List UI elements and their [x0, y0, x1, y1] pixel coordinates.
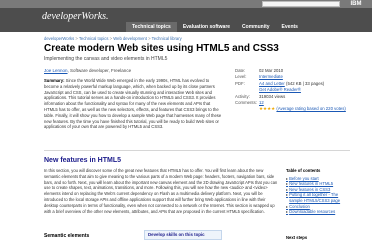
toc-item[interactable]: ▸ Downloadable resources	[286, 209, 350, 215]
author-link[interactable]: Joe Lennon	[44, 68, 68, 73]
pdf-download-link[interactable]: A4 and Letter	[259, 81, 285, 86]
breadcrumb: developerWorks > Technical topics > Web …	[44, 36, 344, 41]
subsection-heading: Semantic elements	[44, 233, 90, 239]
rating-text[interactable]: (Average rating based on 220 votes)	[276, 106, 345, 111]
masthead: developerWorks. Technical topics Evaluat…	[0, 8, 372, 32]
breadcrumb-item[interactable]: Technical library	[152, 36, 182, 41]
author-role: , Software developer, Freelance	[67, 68, 132, 73]
page-title: Create modern Web sites using HTML5 and …	[44, 43, 279, 54]
nav-community[interactable]: Community	[236, 22, 276, 32]
develop-skills-box[interactable]: Develop skills on this topic	[144, 230, 222, 240]
top-bar: IBM	[0, 0, 372, 8]
meta-rating-row: ★★★★ (Average rating based on 220 votes)	[235, 106, 350, 112]
toc-title: Table of contents	[286, 168, 321, 173]
summary-label: Summary:	[44, 78, 65, 83]
next-steps-heading: Next steps	[286, 235, 308, 240]
rating-stars-icon[interactable]: ★★★★	[259, 106, 275, 111]
section-body: In this section, you will discover some …	[44, 168, 278, 214]
section-heading: New features in HTML5	[44, 157, 122, 164]
pdf-size: (542 KB | 33 pages)	[286, 80, 325, 86]
summary-text: Summary: Since the World Wide Web emerge…	[44, 78, 224, 130]
breadcrumb-item[interactable]: developerWorks	[44, 36, 74, 41]
article-meta: Date: 02 Mar 2010 Level: Intermediate PD…	[235, 68, 350, 113]
summary-body: Since the World Wide Web emerged in the …	[44, 78, 222, 130]
search-input[interactable]	[262, 1, 340, 7]
breadcrumb-item[interactable]: Web development	[113, 36, 147, 41]
section-divider	[44, 150, 350, 151]
nav-events[interactable]: Events	[276, 22, 304, 32]
breadcrumb-item[interactable]: Technical topics	[79, 36, 109, 41]
table-of-contents: Table of contents ▸ Before you start ▸ New…	[286, 168, 350, 215]
nav-evaluation-software[interactable]: Evaluation software	[177, 22, 236, 32]
developerworks-logo[interactable]: developerWorks.	[42, 11, 109, 22]
bullet-icon: ▸	[286, 209, 289, 215]
bullet-icon: ▸	[286, 192, 289, 198]
author-line: Joe Lennon, Software developer, Freelanc…	[44, 68, 131, 73]
main-nav: Technical topics Evaluation software Com…	[126, 22, 304, 32]
ibm-logo[interactable]: IBM	[340, 0, 372, 8]
toc-item[interactable]: ▸ Putting it all together - The sample HT…	[286, 192, 350, 203]
page-subtitle: Implementing the canvas and video elemen…	[44, 56, 168, 62]
nav-technical-topics[interactable]: Technical topics	[126, 22, 177, 32]
